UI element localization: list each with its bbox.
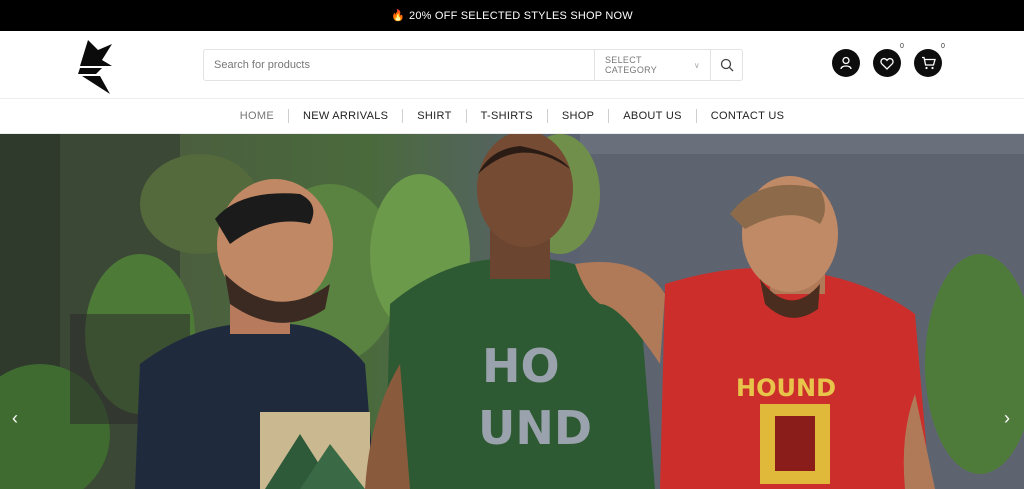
wishlist-count: 0 [897, 41, 907, 51]
chevron-down-icon: ∨ [693, 60, 700, 70]
search-input[interactable] [204, 50, 594, 80]
promo-text[interactable]: 20% OFF SELECTED STYLES SHOP NOW [409, 10, 633, 22]
nav-item-new-arrivals[interactable]: NEW ARRIVALS [289, 110, 402, 122]
brand-logo[interactable] [76, 36, 116, 96]
chevron-right-icon: › [1004, 407, 1010, 428]
user-icon [840, 56, 852, 70]
slider-prev-button[interactable]: ‹ [6, 405, 24, 431]
promo-bar[interactable]: 🔥 20% OFF SELECTED STYLES SHOP NOW [0, 0, 1024, 31]
green-shirt-print-line2: UND [478, 401, 592, 455]
nav-item-shirt[interactable]: SHIRT [403, 110, 465, 122]
nav-item-contact-us[interactable]: CONTACT US [697, 110, 799, 122]
header-actions: 0 0 [832, 41, 948, 81]
category-select-label: SELECT CATEGORY [605, 55, 658, 75]
cart-button[interactable]: 0 [914, 41, 948, 77]
category-select[interactable]: SELECT CATEGORY ∨ [594, 50, 710, 80]
site-header: SELECT CATEGORY ∨ 0 [0, 31, 1024, 98]
nav-item-shop[interactable]: SHOP [548, 110, 608, 122]
nav-item-about-us[interactable]: ABOUT US [609, 110, 695, 122]
hero-image: HO UND HOUND [0, 134, 1024, 489]
account-button[interactable] [832, 49, 860, 77]
nav-item-t-shirts[interactable]: T-SHIRTS [467, 110, 547, 122]
cart-icon [921, 56, 936, 70]
heart-icon [880, 57, 894, 70]
flame-icon: 🔥 [391, 10, 406, 22]
chevron-left-icon: ‹ [12, 407, 18, 428]
main-nav: HOME NEW ARRIVALS SHIRT T-SHIRTS SHOP AB… [0, 98, 1024, 134]
green-shirt-print-line1: HO [482, 339, 560, 393]
red-shirt-print: HOUND [736, 374, 836, 402]
slider-next-button[interactable]: › [998, 405, 1016, 431]
wishlist-button[interactable]: 0 [873, 41, 907, 77]
search-bar: SELECT CATEGORY ∨ [203, 49, 743, 81]
hero-slider: HO UND HOUND ‹ › [0, 134, 1024, 489]
search-icon [720, 58, 733, 72]
cart-count: 0 [938, 41, 948, 51]
search-button[interactable] [710, 50, 742, 80]
nav-item-home[interactable]: HOME [226, 110, 288, 122]
